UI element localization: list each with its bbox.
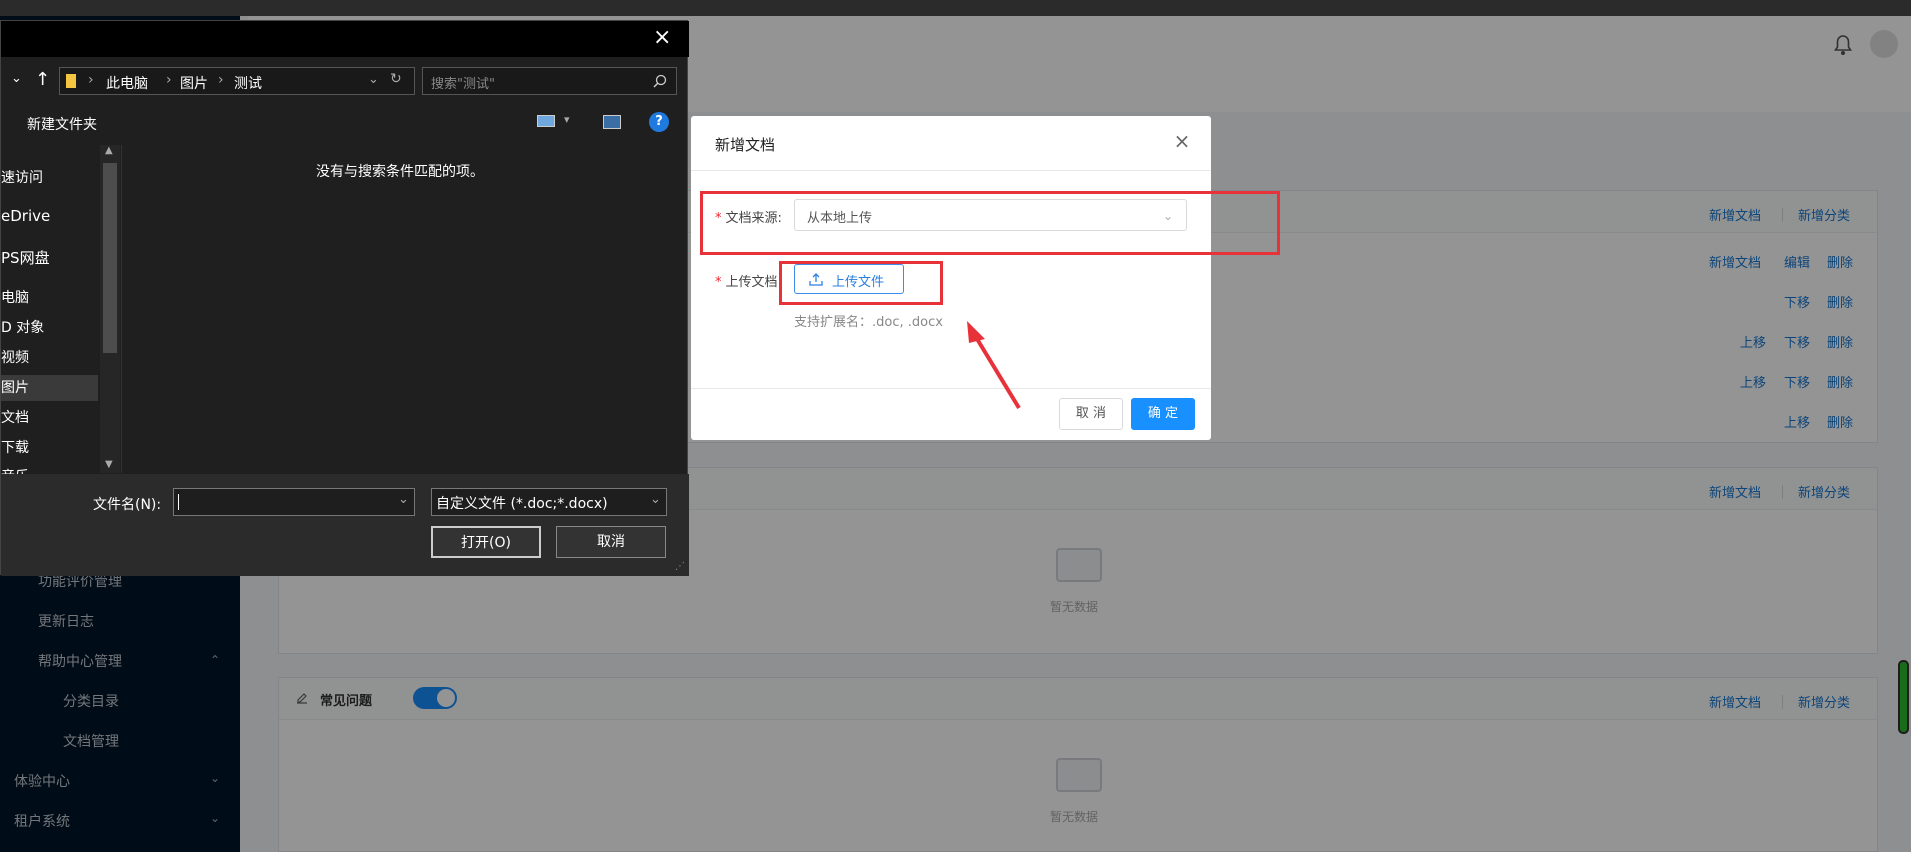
taskbar bbox=[0, 0, 1911, 16]
upload-label: * 上传文档: bbox=[715, 275, 782, 290]
resize-grip-icon[interactable]: ⋰ bbox=[675, 562, 685, 572]
nav-item-documents[interactable]: 文档 bbox=[1, 407, 29, 427]
search-placeholder: 搜索"测试" bbox=[431, 77, 495, 92]
upload-label-text: 上传文档: bbox=[725, 275, 782, 290]
breadcrumb-item[interactable]: 图片 bbox=[180, 73, 208, 93]
search-icon bbox=[653, 74, 667, 88]
address-bar[interactable]: › 此电脑 › 图片 › 测试 ⌄ ↻ bbox=[59, 67, 415, 95]
pane-divider bbox=[121, 145, 122, 473]
filename-input[interactable]: ⌄ bbox=[173, 488, 415, 516]
chevron-down-icon[interactable]: ▾ bbox=[564, 113, 570, 126]
new-folder-button[interactable]: 新建文件夹 bbox=[27, 114, 97, 134]
nav-item-onedrive[interactable]: eDrive bbox=[1, 207, 50, 225]
nav-scrollbar[interactable]: ▲ ▼ bbox=[100, 145, 120, 473]
chevron-up-icon[interactable]: ▲ bbox=[105, 145, 113, 156]
divider bbox=[691, 170, 1211, 171]
nav-item-videos[interactable]: 视频 bbox=[1, 347, 29, 367]
confirm-button[interactable]: 确 定 bbox=[1131, 398, 1195, 430]
modal-title: 新增文档 bbox=[715, 136, 776, 154]
nav-item-music[interactable]: 音乐 bbox=[1, 466, 29, 474]
filetype-select[interactable]: 自定义文件 (*.doc;*.docx) ⌄ bbox=[431, 488, 667, 516]
nav-item-downloads[interactable]: 下载 bbox=[1, 437, 29, 457]
arrow-annotation-icon bbox=[967, 321, 1021, 410]
empty-message: 没有与搜索条件匹配的项。 bbox=[316, 164, 484, 180]
breadcrumb-item[interactable]: 此电脑 bbox=[106, 73, 148, 93]
cancel-button[interactable]: 取 消 bbox=[1059, 398, 1123, 430]
help-icon[interactable]: ? bbox=[649, 112, 669, 132]
nav-item-pictures[interactable]: 图片 bbox=[1, 377, 29, 397]
text-cursor bbox=[178, 494, 179, 510]
highlight-upload-annotation bbox=[779, 261, 943, 305]
close-icon[interactable]: × bbox=[653, 27, 671, 49]
preview-pane-icon[interactable] bbox=[603, 115, 621, 129]
nav-item-wps-drive[interactable]: PS网盘 bbox=[1, 247, 50, 268]
search-input[interactable]: 搜索"测试" bbox=[422, 67, 677, 95]
chevron-down-icon[interactable]: ▼ bbox=[105, 459, 113, 470]
chevron-down-icon[interactable]: ⌄ bbox=[11, 71, 22, 86]
breadcrumb-item[interactable]: 测试 bbox=[234, 73, 262, 93]
extension-hint: 支持扩展名：.doc, .docx bbox=[794, 315, 943, 330]
new-doc-modal: 新增文档 × * 文档来源: 从本地上传 ⌄ * 上传文档: 上传文件 支持扩展名：… bbox=[691, 116, 1211, 440]
filetype-value: 自定义文件 (*.doc;*.docx) bbox=[436, 496, 608, 512]
divider bbox=[691, 388, 1211, 389]
breadcrumb-sep: › bbox=[218, 72, 224, 88]
chevron-down-icon[interactable]: ⌄ bbox=[398, 492, 409, 507]
cancel-button[interactable]: 取消 bbox=[556, 526, 666, 558]
nav-item-3d-objects[interactable]: D 对象 bbox=[1, 317, 44, 337]
filename-label: 文件名(N): bbox=[93, 497, 162, 513]
file-open-dialog: × ⌄ ↑ › 此电脑 › 图片 › 测试 ⌄ ↻ 搜索"测试" 新建文件夹 ▾… bbox=[0, 20, 689, 576]
breadcrumb-sep: › bbox=[166, 72, 172, 88]
chevron-down-icon[interactable]: ⌄ bbox=[368, 72, 379, 87]
chevron-down-icon: ⌄ bbox=[650, 492, 661, 507]
scrollbar-thumb[interactable] bbox=[103, 163, 117, 353]
open-button[interactable]: 打开(O) bbox=[431, 526, 541, 558]
folder-icon bbox=[66, 74, 76, 88]
nav-item-quick-access[interactable]: 速访问 bbox=[1, 167, 43, 187]
view-icon[interactable] bbox=[537, 115, 555, 127]
breadcrumb-sep: › bbox=[88, 72, 94, 88]
nav-item-this-pc[interactable]: 电脑 bbox=[1, 287, 29, 307]
up-arrow-icon[interactable]: ↑ bbox=[35, 69, 50, 90]
dialog-footer: 文件名(N): ⌄ 自定义文件 (*.doc;*.docx) ⌄ 打开(O) 取… bbox=[1, 474, 689, 576]
close-icon[interactable]: × bbox=[1171, 130, 1193, 152]
dialog-titlebar: × bbox=[1, 21, 689, 57]
highlight-source-annotation bbox=[700, 191, 1280, 255]
refresh-icon[interactable]: ↻ bbox=[390, 71, 402, 87]
